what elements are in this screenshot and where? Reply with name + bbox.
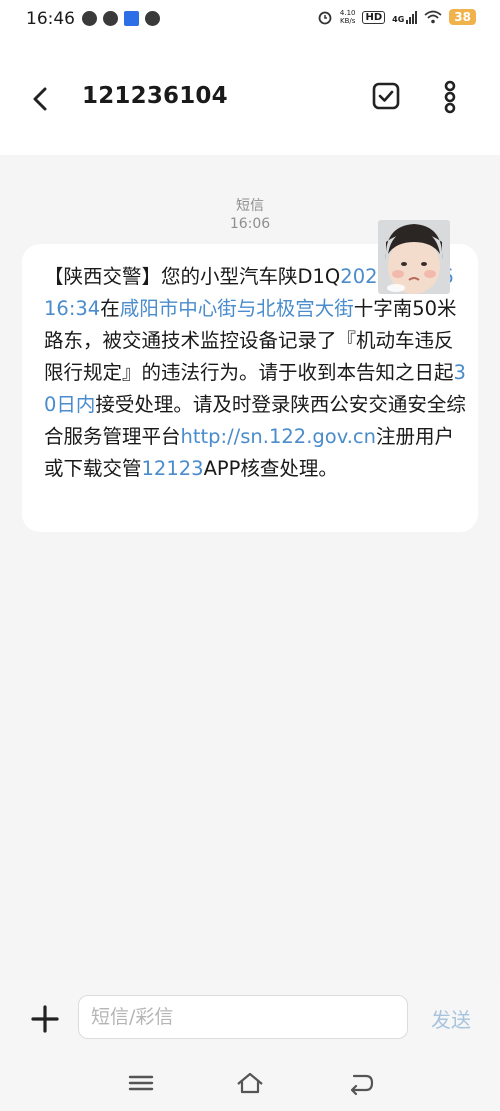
message-text: 在 xyxy=(100,297,120,320)
more-vertical-icon[interactable] xyxy=(436,80,464,114)
menu-icon[interactable] xyxy=(126,1070,156,1096)
network-type: 4G xyxy=(392,14,405,24)
message-input[interactable] xyxy=(78,995,408,1039)
message-text: APP核查处理。 xyxy=(203,457,338,480)
home-icon[interactable] xyxy=(235,1070,265,1096)
message-type-label: 短信 xyxy=(236,198,264,214)
status-bar: 16:46 4.10 KB/s HD 4G 38 xyxy=(0,0,500,40)
back-arrow-icon[interactable] xyxy=(26,84,56,114)
wifi-icon xyxy=(424,10,442,24)
message-link[interactable]: http://sn.122.gov.cn xyxy=(181,425,377,448)
checkbox-icon[interactable] xyxy=(370,80,402,112)
wechat-icon xyxy=(145,11,160,26)
status-time: 16:46 xyxy=(26,9,75,29)
news-app-icon xyxy=(124,11,139,26)
message-bubble-icon xyxy=(103,11,118,26)
conversation-title: 121236104 xyxy=(82,83,228,109)
alarm-icon xyxy=(318,11,332,25)
back-icon[interactable] xyxy=(346,1070,376,1096)
system-nav-bar xyxy=(0,1060,500,1111)
net-speed: 4.10 KB/s xyxy=(340,9,356,25)
hd-icon: HD xyxy=(362,10,386,24)
message-text: 【陕西交警】您的小型汽车陕D1Q xyxy=(44,265,341,288)
plus-icon[interactable] xyxy=(30,1004,60,1034)
notification-icons xyxy=(82,11,160,26)
signal-icon: 4G xyxy=(392,10,418,24)
send-button[interactable]: 发送 xyxy=(431,1004,471,1033)
message-link[interactable]: 12123 xyxy=(142,457,204,480)
app-icon-1 xyxy=(82,11,97,26)
message-link[interactable]: 咸阳市中心街与北极宫大街 xyxy=(120,297,354,320)
status-indicators: 4.10 KB/s HD 4G 38 xyxy=(317,9,476,25)
net-speed-value: 4.10 xyxy=(339,9,356,17)
sticker-image xyxy=(378,220,450,294)
net-speed-unit: KB/s xyxy=(339,17,356,25)
composer-bar: 发送 xyxy=(0,980,500,1060)
battery-icon: 38 xyxy=(449,9,476,25)
conversation-header: 121236104 xyxy=(0,40,500,155)
